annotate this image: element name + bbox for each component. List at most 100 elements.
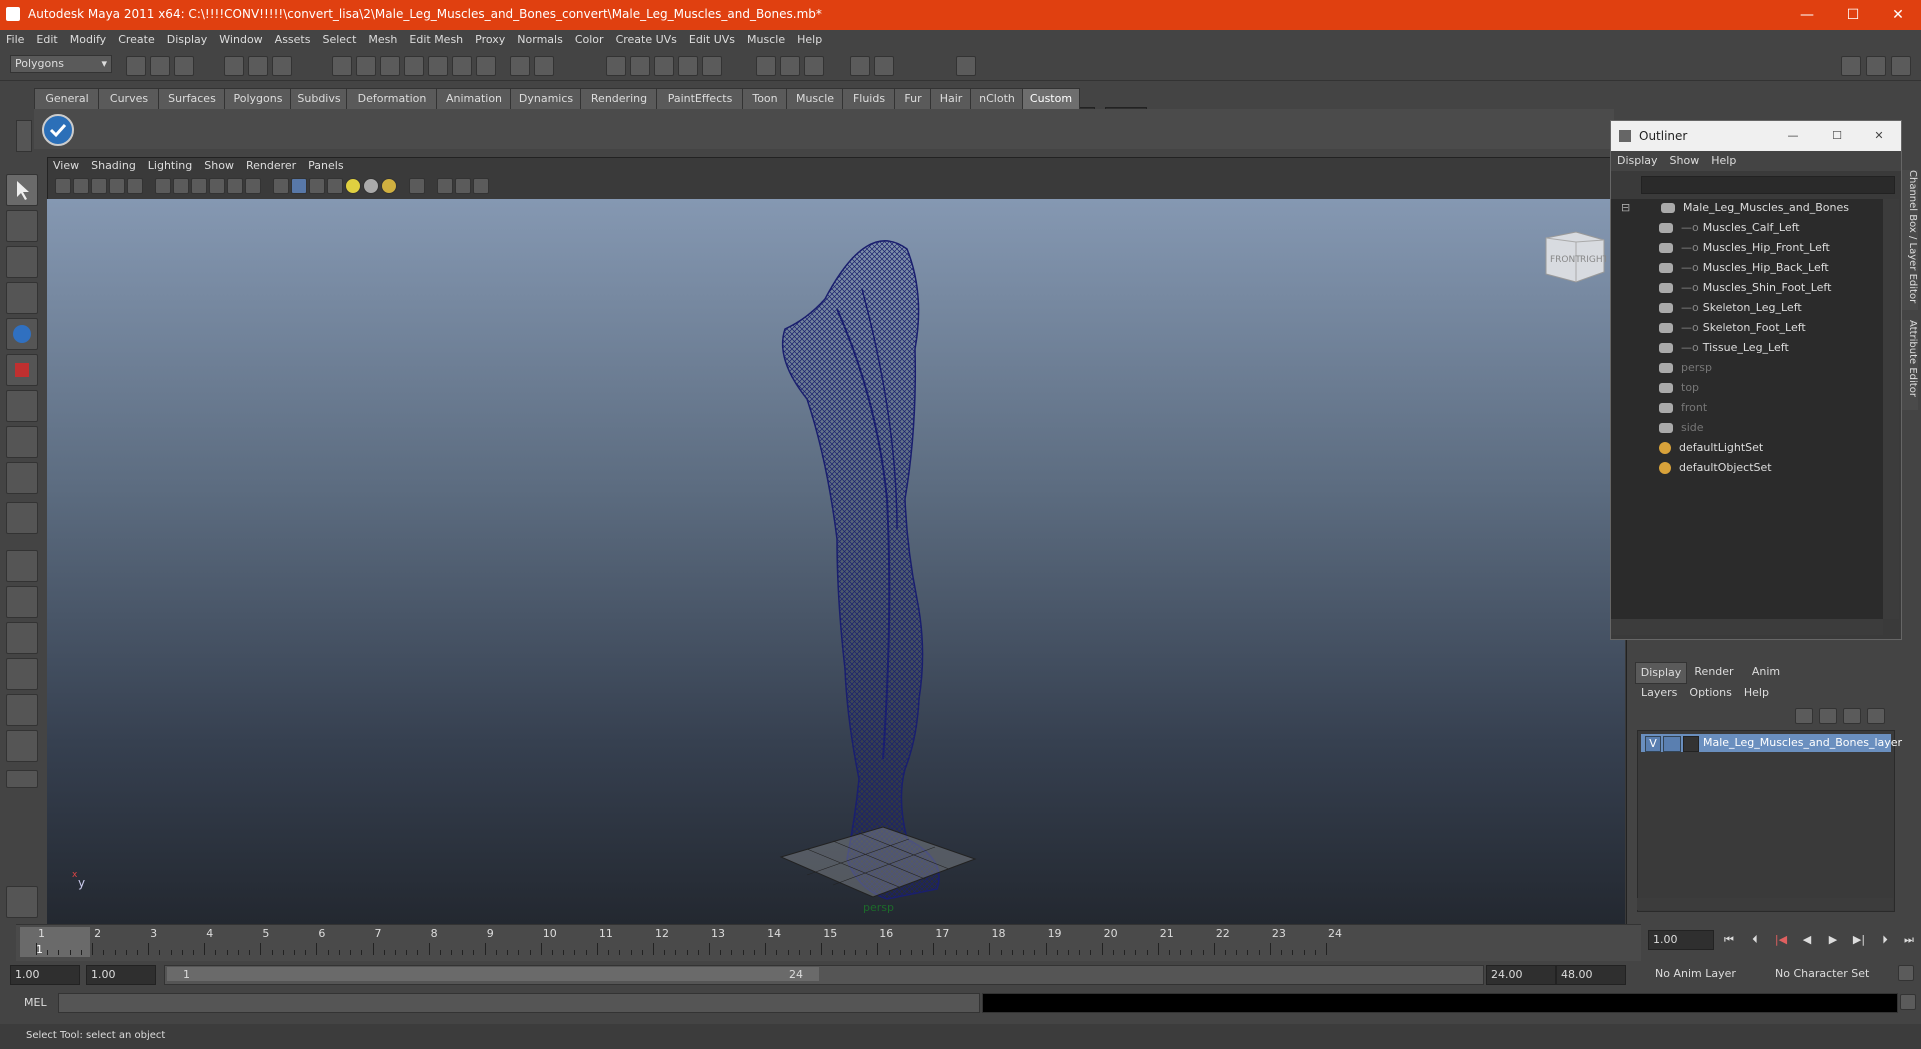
shelf-tab-fluids[interactable]: Fluids xyxy=(842,88,896,110)
show-manip-icon[interactable] xyxy=(6,462,38,494)
outliner-item[interactable]: defaultLightSet xyxy=(1659,441,1763,461)
gate-mask-icon[interactable] xyxy=(191,178,207,194)
step-forward-frame-icon[interactable]: ▶| xyxy=(1848,930,1870,950)
input-ops-icon[interactable] xyxy=(534,56,554,76)
shelf-tab-curves[interactable]: Curves xyxy=(98,88,160,110)
graph-editor-layout-icon[interactable] xyxy=(6,730,38,762)
menu-file[interactable]: File xyxy=(0,30,30,46)
viewport-menu-lighting[interactable]: Lighting xyxy=(142,157,198,174)
menu-create[interactable]: Create xyxy=(112,30,161,46)
perspective-viewport[interactable]: persp xyxy=(47,199,1625,924)
outliner-item[interactable]: —o Muscles_Shin_Foot_Left xyxy=(1659,281,1831,301)
character-set-dropdown[interactable]: No Character Set xyxy=(1770,965,1886,983)
outliner-item[interactable]: top xyxy=(1659,381,1699,401)
snap-plane-icon[interactable] xyxy=(404,56,424,76)
outliner-item[interactable]: —o Tissue_Leg_Left xyxy=(1659,341,1789,361)
layer-horizontal-scrollbar[interactable] xyxy=(1637,898,1893,910)
current-time-field[interactable]: 1.00 xyxy=(1648,930,1714,950)
single-perspective-layout-icon[interactable] xyxy=(6,550,38,582)
time-slider[interactable]: 1 1 2 3 4 5 6 7 8 9 10 11 12 13 14 15 16 17 18 19 20 21 22 23 2… xyxy=(16,924,1641,961)
scale-tool-icon[interactable] xyxy=(6,354,38,386)
persp-graph-layout-icon[interactable] xyxy=(6,658,38,690)
safe-action-icon[interactable] xyxy=(227,178,243,194)
layer-menu-layers[interactable]: Layers xyxy=(1641,686,1677,699)
isolate-select-icon[interactable] xyxy=(409,178,425,194)
shelf-tab-animation[interactable]: Animation xyxy=(436,88,512,110)
display-render-icon[interactable] xyxy=(756,56,776,76)
animation-prefs-icon[interactable] xyxy=(1898,965,1914,981)
leg-wireframe-model[interactable]: persp xyxy=(47,199,1625,924)
playback-start-field[interactable]: 1.00 xyxy=(86,965,156,985)
ipr-render-icon[interactable] xyxy=(630,56,650,76)
select-component-icon[interactable] xyxy=(272,56,292,76)
lasso-tool-icon[interactable] xyxy=(6,210,38,242)
wireframe-icon[interactable] xyxy=(273,178,289,194)
checkmark-icon[interactable] xyxy=(42,114,74,146)
outliner-menu-help[interactable]: Help xyxy=(1705,151,1742,170)
menu-color[interactable]: Color xyxy=(569,30,610,46)
transform-mode-icon[interactable] xyxy=(956,56,976,76)
save-scene-icon[interactable] xyxy=(174,56,194,76)
wireframe-on-shaded-icon[interactable] xyxy=(309,178,325,194)
viewport-menu-renderer[interactable]: Renderer xyxy=(240,157,302,174)
outliner-close-button[interactable]: ✕ xyxy=(1859,121,1899,151)
textured-icon[interactable] xyxy=(327,178,343,194)
animation-end-field[interactable]: 48.00 xyxy=(1556,965,1626,985)
viewport-menu-view[interactable]: View xyxy=(47,157,85,174)
outliner-menu-display[interactable]: Display xyxy=(1611,151,1664,170)
four-view-layout-icon[interactable] xyxy=(6,586,38,618)
outliner-item[interactable]: —o Muscles_Calf_Left xyxy=(1659,221,1800,241)
step-back-key-icon[interactable]: ⏴ xyxy=(1744,930,1766,950)
outliner-item[interactable]: defaultObjectSet xyxy=(1659,461,1772,481)
viewport-menu-show[interactable]: Show xyxy=(198,157,240,174)
layer-color-swatch[interactable] xyxy=(1683,736,1699,752)
shelf-tab-painteffects[interactable]: PaintEffects xyxy=(656,88,744,110)
use-lights-icon[interactable] xyxy=(345,178,361,194)
close-button[interactable]: ✕ xyxy=(1875,0,1921,30)
rotate-tool-icon[interactable] xyxy=(6,318,38,350)
hq-render-icon[interactable] xyxy=(381,178,397,194)
grid-toggle-icon[interactable] xyxy=(127,178,143,194)
shelf-tab-surfaces[interactable]: Surfaces xyxy=(158,88,226,110)
outliner-item[interactable]: —o Muscles_Hip_Front_Left xyxy=(1659,241,1830,261)
image-plane-icon[interactable] xyxy=(109,178,125,194)
range-slider-handle[interactable] xyxy=(167,967,819,981)
outliner-item[interactable]: side xyxy=(1659,421,1704,441)
settings-icon[interactable] xyxy=(874,56,894,76)
shelf-menu-icon[interactable] xyxy=(16,120,32,152)
new-scene-icon[interactable] xyxy=(126,56,146,76)
move-layer-down-icon[interactable] xyxy=(1819,708,1837,724)
outliner-item[interactable]: —o Skeleton_Foot_Left xyxy=(1659,321,1806,341)
layer-tab-display[interactable]: Display xyxy=(1635,662,1687,684)
shelf-tab-general[interactable]: General xyxy=(34,88,100,110)
layer-tab-anim[interactable]: Anim xyxy=(1741,662,1791,682)
safe-title-icon[interactable] xyxy=(245,178,261,194)
command-language-label[interactable]: MEL xyxy=(24,996,47,1009)
outliner-item[interactable]: persp xyxy=(1659,361,1712,381)
attribute-editor-toggle-icon[interactable] xyxy=(1841,56,1861,76)
layer-row[interactable]: V Male_Leg_Muscles_and_Bones_layer xyxy=(1641,734,1902,752)
select-tool-icon[interactable] xyxy=(6,174,38,206)
menu-select[interactable]: Select xyxy=(316,30,362,46)
minimize-button[interactable]: — xyxy=(1784,0,1830,30)
layer-display-type-toggle[interactable] xyxy=(1663,736,1681,752)
layer-visibility-toggle[interactable]: V xyxy=(1645,736,1661,752)
outliner-item[interactable]: front xyxy=(1659,401,1707,421)
script-editor-icon[interactable] xyxy=(1900,994,1916,1010)
camera-icon[interactable] xyxy=(55,178,71,194)
menu-window[interactable]: Window xyxy=(213,30,268,46)
snap-curve-icon[interactable] xyxy=(356,56,376,76)
field-chart-icon[interactable] xyxy=(209,178,225,194)
menu-proxy[interactable]: Proxy xyxy=(469,30,511,46)
universal-manip-icon[interactable] xyxy=(6,390,38,422)
shelf-tab-rendering[interactable]: Rendering xyxy=(580,88,658,110)
tool-settings-toggle-icon[interactable] xyxy=(1866,56,1886,76)
outliner-maximize-button[interactable]: ☐ xyxy=(1817,121,1857,151)
smooth-shade-icon[interactable] xyxy=(291,178,307,194)
shelf-tab-fur[interactable]: Fur xyxy=(894,88,932,110)
select-object-icon[interactable] xyxy=(248,56,268,76)
viewport-menu-shading[interactable]: Shading xyxy=(85,157,142,174)
outliner-filter-input[interactable] xyxy=(1641,176,1895,194)
hypershade-layout-icon[interactable] xyxy=(6,694,38,726)
xray-icon[interactable] xyxy=(437,178,453,194)
